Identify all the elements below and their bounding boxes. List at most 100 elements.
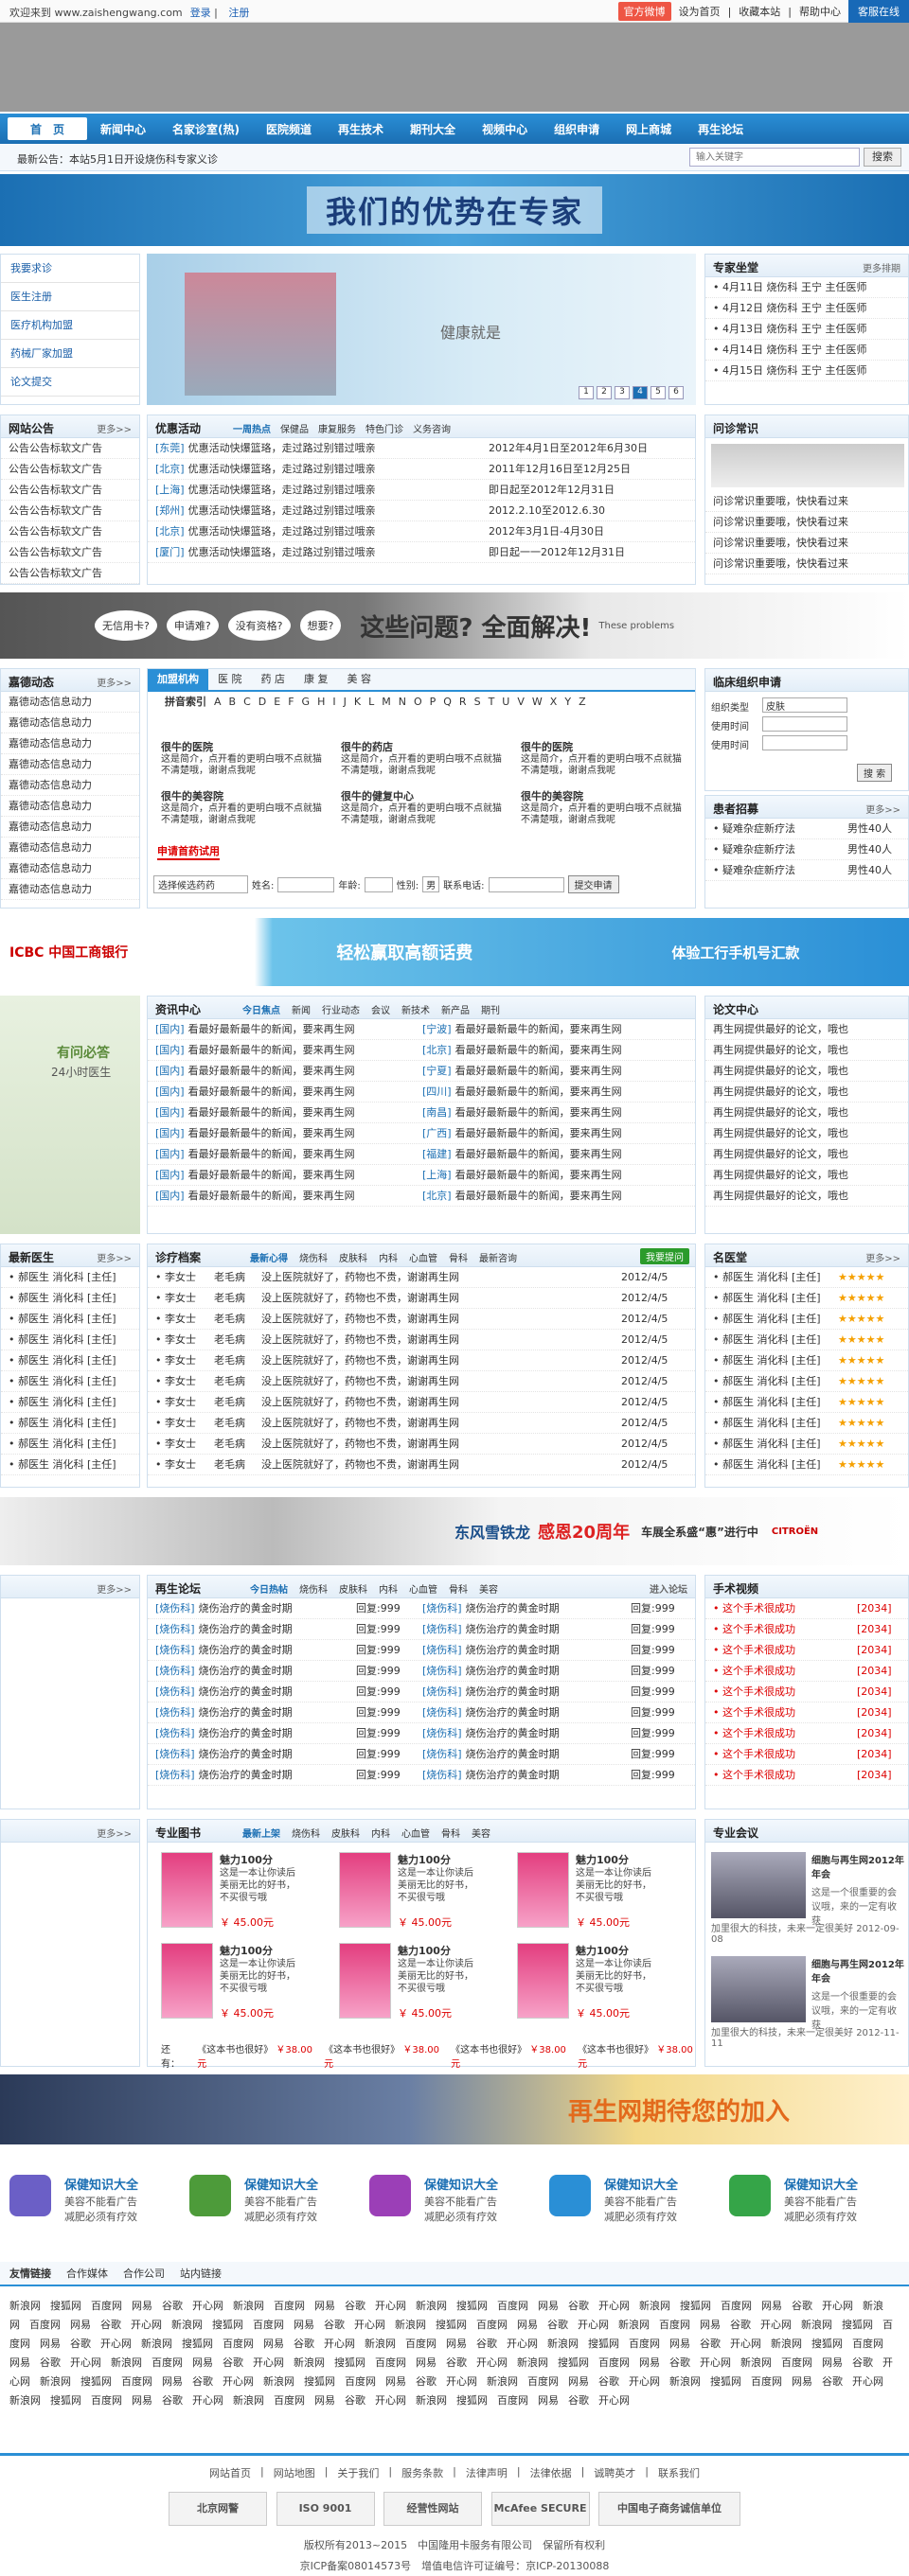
tool-card[interactable]: 保健知识大全 美容不能看广告 减肥必须有疗效 <box>540 2167 710 2235</box>
table-row[interactable]: [国内] 看最好最新最牛的新闻，要来再生网 [北京] 看最好最新最牛的新闻，要来再生网 <box>148 1040 695 1061</box>
friend-link[interactable]: 新浪网 <box>639 2300 670 2312</box>
list-item[interactable]: • 郝医生 消化科 [主任] ★★★★★ <box>705 1267 908 1288</box>
diagnosis-tab[interactable]: 烧伤科 <box>299 1250 328 1264</box>
table-row[interactable]: [国内] 看最好最新最牛的新闻，要来再生网 [广西] 看最好最新最牛的新闻，要来再生网 <box>148 1123 695 1144</box>
friend-link[interactable]: 搜狐网 <box>80 2375 112 2388</box>
tool-card[interactable]: 保健知识大全 美容不能看广告 减肥必须有疗效 <box>0 2167 170 2235</box>
friend-link[interactable]: 网易 <box>192 2356 213 2369</box>
table-row[interactable]: [厦门] 优惠活动快爆篮珞，走过路过别错过哦亲 即日起一一2012年12月31日 <box>148 542 695 563</box>
table-row[interactable]: • 李女士 老毛病 没上医院就好了，药物也不贵，谢谢再生网 2012/4/5 <box>148 1309 695 1330</box>
books-tab[interactable]: 烧伤科 <box>292 1826 320 1840</box>
table-row[interactable]: • 李女士 老毛病 没上医院就好了，药物也不贵，谢谢再生网 2012/4/5 <box>148 1455 695 1475</box>
meeting-photo[interactable] <box>711 1852 806 1918</box>
friend-link[interactable]: 开心网 <box>822 2300 853 2312</box>
footer-link[interactable]: 诚聘英才 <box>594 2465 635 2480</box>
friend-link[interactable]: 开心网 <box>324 2338 355 2350</box>
table-row[interactable]: [东莞] 优惠活动快爆篮珞，走过路过别错过哦亲 2012年4月1日至2012年6月3… <box>148 438 695 459</box>
list-item[interactable]: • 郝医生 消化科 [主任] <box>1 1330 139 1350</box>
more-link[interactable]: 更多>> <box>97 675 132 689</box>
org-card[interactable]: 很牛的医院 这是简介，点开看的更明白哦不点就猫不清楚哦，谢谢点我呢 <box>521 739 682 777</box>
nav-item[interactable]: 再生论坛 <box>685 114 757 144</box>
login-link[interactable]: 登录 <box>190 7 211 19</box>
books-tab[interactable]: 内科 <box>371 1826 390 1840</box>
footer-link[interactable]: 法律声明 <box>466 2465 508 2480</box>
list-item[interactable]: • 这个手术很成功 [2034] <box>705 1619 908 1640</box>
friend-link[interactable]: 网易 <box>446 2338 467 2350</box>
time-input[interactable] <box>762 716 847 732</box>
index-letter[interactable]: I <box>332 692 335 713</box>
side-menu-item[interactable]: 我要求诊 <box>1 255 139 283</box>
index-letter[interactable]: L <box>368 692 374 713</box>
side-menu-item[interactable]: 医疗机构加盟 <box>1 311 139 340</box>
customer-service-button[interactable]: 客服在线 <box>848 0 909 23</box>
list-item[interactable]: 再生网提供最好的论文，哦也 <box>705 1144 908 1165</box>
friend-link[interactable]: 搜狐网 <box>212 2319 243 2331</box>
list-item[interactable]: 问诊常识重要哦，快快看过来 <box>705 533 908 554</box>
news-tab[interactable]: 会议 <box>371 1002 390 1016</box>
expert-title[interactable]: 专家坐堂 <box>713 259 758 275</box>
ad-banner-credit[interactable]: 无信用卡? 申请难? 没有资格? 想要? 这些问题? 全面解决! These p… <box>0 592 909 659</box>
list-item[interactable]: 再生网提供最好的论文，哦也 <box>705 1165 908 1186</box>
list-item[interactable]: • 疑难杂症新疗法 男性40人 <box>705 839 908 860</box>
footer-link[interactable]: 联系我们 <box>658 2465 700 2480</box>
list-item[interactable]: 再生网提供最好的论文，哦也 <box>705 1019 908 1040</box>
friend-link[interactable]: 新浪网 <box>294 2356 325 2369</box>
friend-link[interactable]: 搜狐网 <box>842 2319 873 2331</box>
tab-companies[interactable]: 合作公司 <box>123 2266 165 2281</box>
list-item[interactable]: • 郝医生 消化科 [主任] ★★★★★ <box>705 1392 908 1413</box>
more-link[interactable]: 更多>> <box>97 1826 132 1840</box>
index-letter[interactable]: U <box>502 692 509 713</box>
friend-link[interactable]: 搜狐网 <box>456 2300 488 2312</box>
friend-link[interactable]: 网易 <box>538 2394 559 2407</box>
friend-link[interactable]: 谷歌 <box>700 2338 721 2350</box>
friend-link[interactable]: 新浪网 <box>416 2300 447 2312</box>
image-slider[interactable]: 健康就是 1 2 3 4 5 6 <box>147 254 696 405</box>
list-item[interactable]: 公告公告标软文广告 <box>1 542 139 563</box>
diagnosis-tab[interactable]: 心血管 <box>409 1250 437 1264</box>
table-row[interactable]: [上海] 优惠活动快爆篮珞，走过路过别错过哦亲 即日起至2012年12月31日 <box>148 480 695 501</box>
list-item[interactable]: • 郝医生 消化科 [主任] <box>1 1371 139 1392</box>
friend-link[interactable]: 开心网 <box>70 2356 101 2369</box>
list-item[interactable]: • 疑难杂症新疗法 男性40人 <box>705 860 908 881</box>
expert-schedule-tab[interactable]: 更多排期 <box>863 260 900 274</box>
friend-link[interactable]: 新浪网 <box>263 2375 294 2388</box>
list-item[interactable]: • 郝医生 消化科 [主任] ★★★★★ <box>705 1371 908 1392</box>
index-letter[interactable]: M <box>382 692 391 713</box>
promo-tab[interactable]: 康复服务 <box>318 421 356 435</box>
list-item[interactable]: • 这个手术很成功 [2034] <box>705 1640 908 1661</box>
forum-tab[interactable]: 内科 <box>379 1581 398 1596</box>
tab-site-links[interactable]: 站内链接 <box>180 2266 222 2281</box>
friend-link[interactable]: 网易 <box>538 2300 559 2312</box>
books-tab[interactable]: 心血管 <box>401 1826 430 1840</box>
friend-link[interactable]: 网易 <box>416 2356 437 2369</box>
list-item[interactable]: • 郝医生 消化科 [主任] <box>1 1413 139 1434</box>
friend-link[interactable]: 新浪网 <box>171 2319 203 2331</box>
org-card[interactable]: 很牛的美容院 这是简介，点开看的更明白哦不点就猫不清楚哦，谢谢点我呢 <box>521 788 682 826</box>
friend-link[interactable]: 网易 <box>314 2394 335 2407</box>
friend-link[interactable]: 搜狐网 <box>456 2394 488 2407</box>
list-item[interactable]: • 这个手术很成功 [2034] <box>705 1661 908 1682</box>
friend-link[interactable]: 开心网 <box>375 2394 406 2407</box>
table-row[interactable]: [国内] 看最好最新最牛的新闻，要来再生网 [宁夏] 看最好最新最牛的新闻，要来再生网 <box>148 1061 695 1082</box>
index-letter[interactable]: Z <box>579 692 586 713</box>
friend-link[interactable]: 谷歌 <box>100 2319 121 2331</box>
table-row[interactable]: [烧伤科] 烧伤治疗的黄金时期 回复:999 [烧伤科] 烧伤治疗的黄金时期 回复:999 <box>148 1619 695 1640</box>
table-row[interactable]: [国内] 看最好最新最牛的新闻，要来再生网 [宁波] 看最好最新最牛的新闻，要来再生网 <box>148 1019 695 1040</box>
slider-page-active[interactable]: 4 <box>633 386 648 399</box>
friend-link[interactable]: 新浪网 <box>9 2300 41 2312</box>
table-row[interactable]: [国内] 看最好最新最牛的新闻，要来再生网 [福建] 看最好最新最牛的新闻，要来再生网 <box>148 1144 695 1165</box>
org-type-select[interactable]: 皮肤 <box>762 697 847 713</box>
iso-badge[interactable]: ISO 9001 <box>276 2492 375 2526</box>
diagnosis-tab[interactable]: 最新咨询 <box>479 1250 517 1264</box>
friend-link[interactable]: 谷歌 <box>40 2356 61 2369</box>
license-badge[interactable]: 经营性网站 <box>383 2492 482 2526</box>
friend-link[interactable]: 新浪网 <box>517 2356 548 2369</box>
friend-link[interactable]: 百度网 <box>223 2338 254 2350</box>
slider-page[interactable]: 1 <box>579 386 594 399</box>
mcafee-badge[interactable]: McAfee SECURE <box>490 2492 590 2526</box>
news-tab[interactable]: 新技术 <box>401 1002 430 1016</box>
slider-page[interactable]: 6 <box>668 386 684 399</box>
list-item[interactable]: • 这个手术很成功 [2034] <box>705 1744 908 1765</box>
submit-apply-button[interactable]: 提交申请 <box>567 875 619 893</box>
friend-link[interactable]: 搜狐网 <box>558 2356 589 2369</box>
